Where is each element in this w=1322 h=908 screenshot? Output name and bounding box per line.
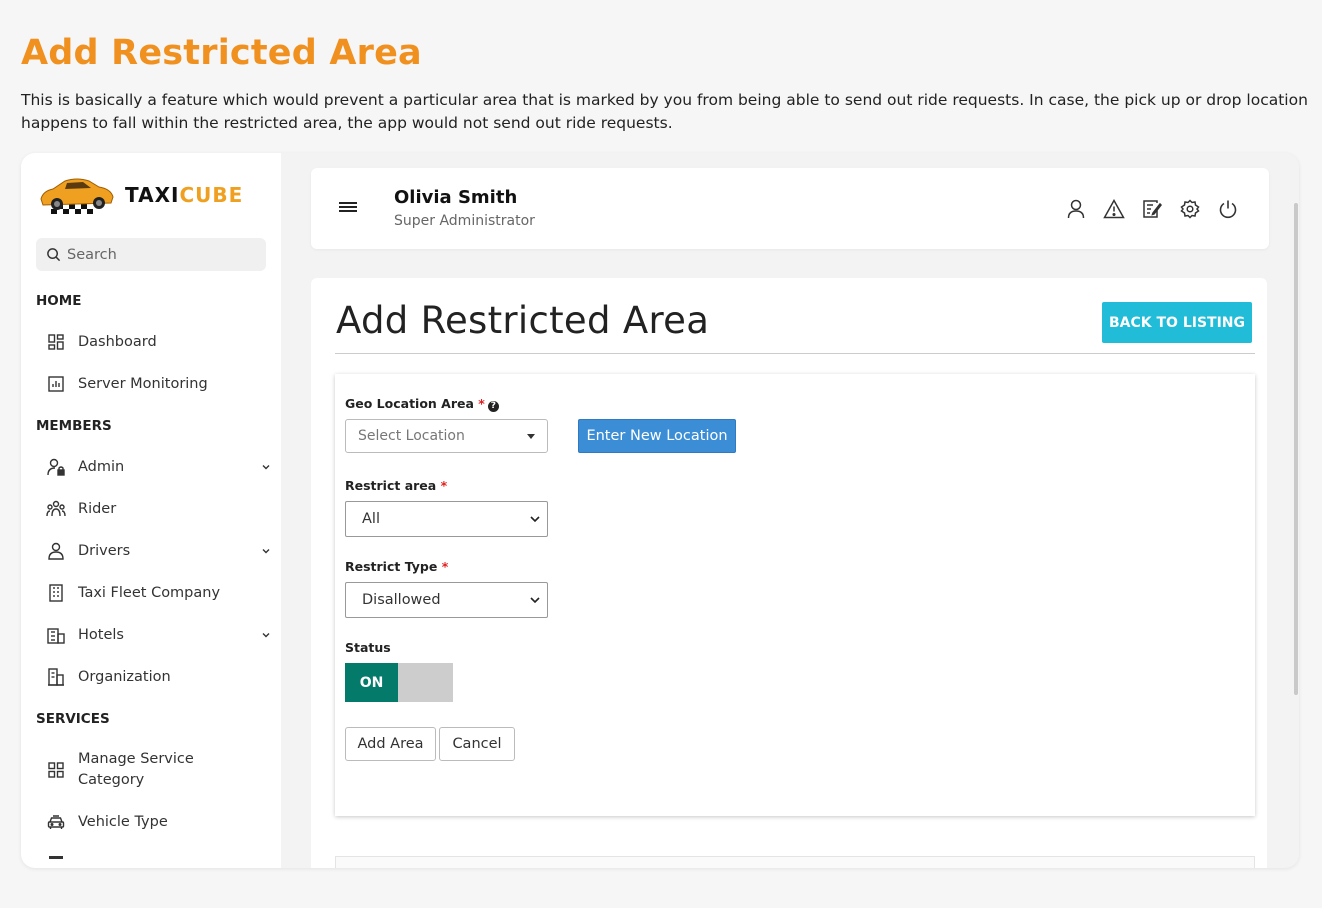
restricted-area-form: Geo Location Area *? Select Location Ent… (335, 374, 1255, 816)
sidebar-item-server-monitoring[interactable]: Server Monitoring (45, 374, 271, 394)
sidebar-item-manage-service-category[interactable]: Manage Service Category (45, 749, 271, 791)
status-toggle[interactable]: ON (345, 663, 453, 702)
card-title: Add Restricted Area (336, 299, 710, 342)
menu-icon[interactable] (339, 200, 357, 214)
sidebar-item-label: Admin (78, 459, 125, 475)
sidebar-item-label: Vehicle Type (78, 814, 168, 830)
user-role: Super Administrator (394, 213, 535, 229)
sidebar-item-label: Server Monitoring (78, 376, 208, 392)
settings-icon[interactable] (1179, 198, 1201, 220)
top-bar-actions (1065, 198, 1239, 220)
chevron-down-icon[interactable] (261, 630, 271, 640)
dashboard-icon (45, 332, 67, 352)
geo-location-placeholder: Select Location (358, 428, 465, 444)
organization-icon (45, 667, 67, 687)
page-heading: Add Restricted Area (21, 33, 422, 73)
page-description: This is basically a feature which would … (21, 91, 1308, 132)
status-toggle-on: ON (345, 663, 398, 702)
restrict-type-value: Disallowed (362, 592, 441, 608)
status-label: Status (345, 640, 391, 655)
sidebar-search[interactable] (36, 238, 266, 271)
sidebar-item-label: Dashboard (78, 334, 157, 350)
status-toggle-off (398, 663, 453, 702)
sidebar-item-partial (49, 856, 63, 859)
notes-icon[interactable] (1141, 198, 1163, 220)
section-home: HOME (36, 293, 82, 309)
sidebar-item-label: Taxi Fleet Company (78, 585, 221, 601)
help-icon[interactable]: ? (487, 401, 499, 412)
brand-logo[interactable]: TAXICUBE (37, 173, 243, 217)
car-icon (45, 812, 67, 832)
category-icon (45, 760, 67, 780)
section-services: SERVICES (36, 711, 110, 727)
add-area-button[interactable]: Add Area (345, 727, 436, 761)
chart-icon (45, 374, 67, 394)
divider (335, 353, 1255, 354)
back-to-listing-button[interactable]: BACK TO LISTING (1102, 302, 1252, 343)
sidebar-item-dashboard[interactable]: Dashboard (45, 332, 271, 352)
sidebar-item-admin[interactable]: Admin (45, 457, 271, 477)
power-icon[interactable] (1217, 198, 1239, 220)
rider-icon (45, 499, 67, 519)
search-icon (47, 248, 61, 262)
scrollbar[interactable] (1294, 203, 1298, 695)
hotel-icon (45, 625, 67, 645)
cancel-button[interactable]: Cancel (439, 727, 515, 761)
sidebar-item-rider[interactable]: Rider (45, 499, 271, 519)
user-name: Olivia Smith (394, 187, 518, 208)
restrict-type-select[interactable]: Disallowed (345, 582, 548, 618)
sidebar-item-organization[interactable]: Organization (45, 667, 271, 687)
restrict-area-value: All (362, 511, 380, 527)
sidebar-item-vehicle-type[interactable]: Vehicle Type (45, 812, 271, 832)
geo-location-label: Geo Location Area *? (345, 396, 499, 412)
sidebar-item-drivers[interactable]: Drivers (45, 541, 271, 561)
user-icon[interactable] (1065, 198, 1087, 220)
sidebar-item-label: Rider (78, 501, 117, 517)
restrict-type-label: Restrict Type * (345, 559, 449, 574)
main-card: Add Restricted Area BACK TO LISTING Geo … (311, 278, 1267, 868)
section-members: MEMBERS (36, 418, 112, 434)
chevron-down-icon[interactable] (261, 546, 271, 556)
chevron-down-icon[interactable] (261, 462, 271, 472)
building-icon (45, 583, 67, 603)
restrict-area-select[interactable]: All (345, 501, 548, 537)
chevron-down-icon (530, 516, 540, 523)
admin-icon (45, 457, 67, 477)
search-input[interactable] (67, 246, 247, 263)
sidebar-item-label: Hotels (78, 627, 124, 643)
geo-location-select[interactable]: Select Location (345, 419, 548, 453)
lower-panel (335, 856, 1255, 868)
sidebar: TAXICUBE HOME Dashboard Server Monitorin… (21, 153, 281, 868)
taxi-logo-icon (40, 178, 114, 214)
sidebar-item-hotels[interactable]: Hotels (45, 625, 271, 645)
warning-icon[interactable] (1103, 198, 1125, 220)
enter-new-location-button[interactable]: Enter New Location (578, 419, 736, 453)
sidebar-item-label: Drivers (78, 543, 131, 559)
brand-name: TAXICUBE (125, 183, 244, 207)
restrict-area-label: Restrict area * (345, 478, 448, 493)
driver-icon (45, 541, 67, 561)
app-window: TAXICUBE HOME Dashboard Server Monitorin… (21, 153, 1299, 868)
sidebar-item-label: Manage Service Category (78, 751, 194, 788)
sidebar-item-label: Organization (78, 669, 171, 685)
sidebar-item-taxi-fleet-company[interactable]: Taxi Fleet Company (45, 583, 271, 603)
caret-down-icon (527, 434, 535, 439)
top-bar: Olivia Smith Super Administrator (311, 168, 1269, 249)
chevron-down-icon (530, 597, 540, 604)
